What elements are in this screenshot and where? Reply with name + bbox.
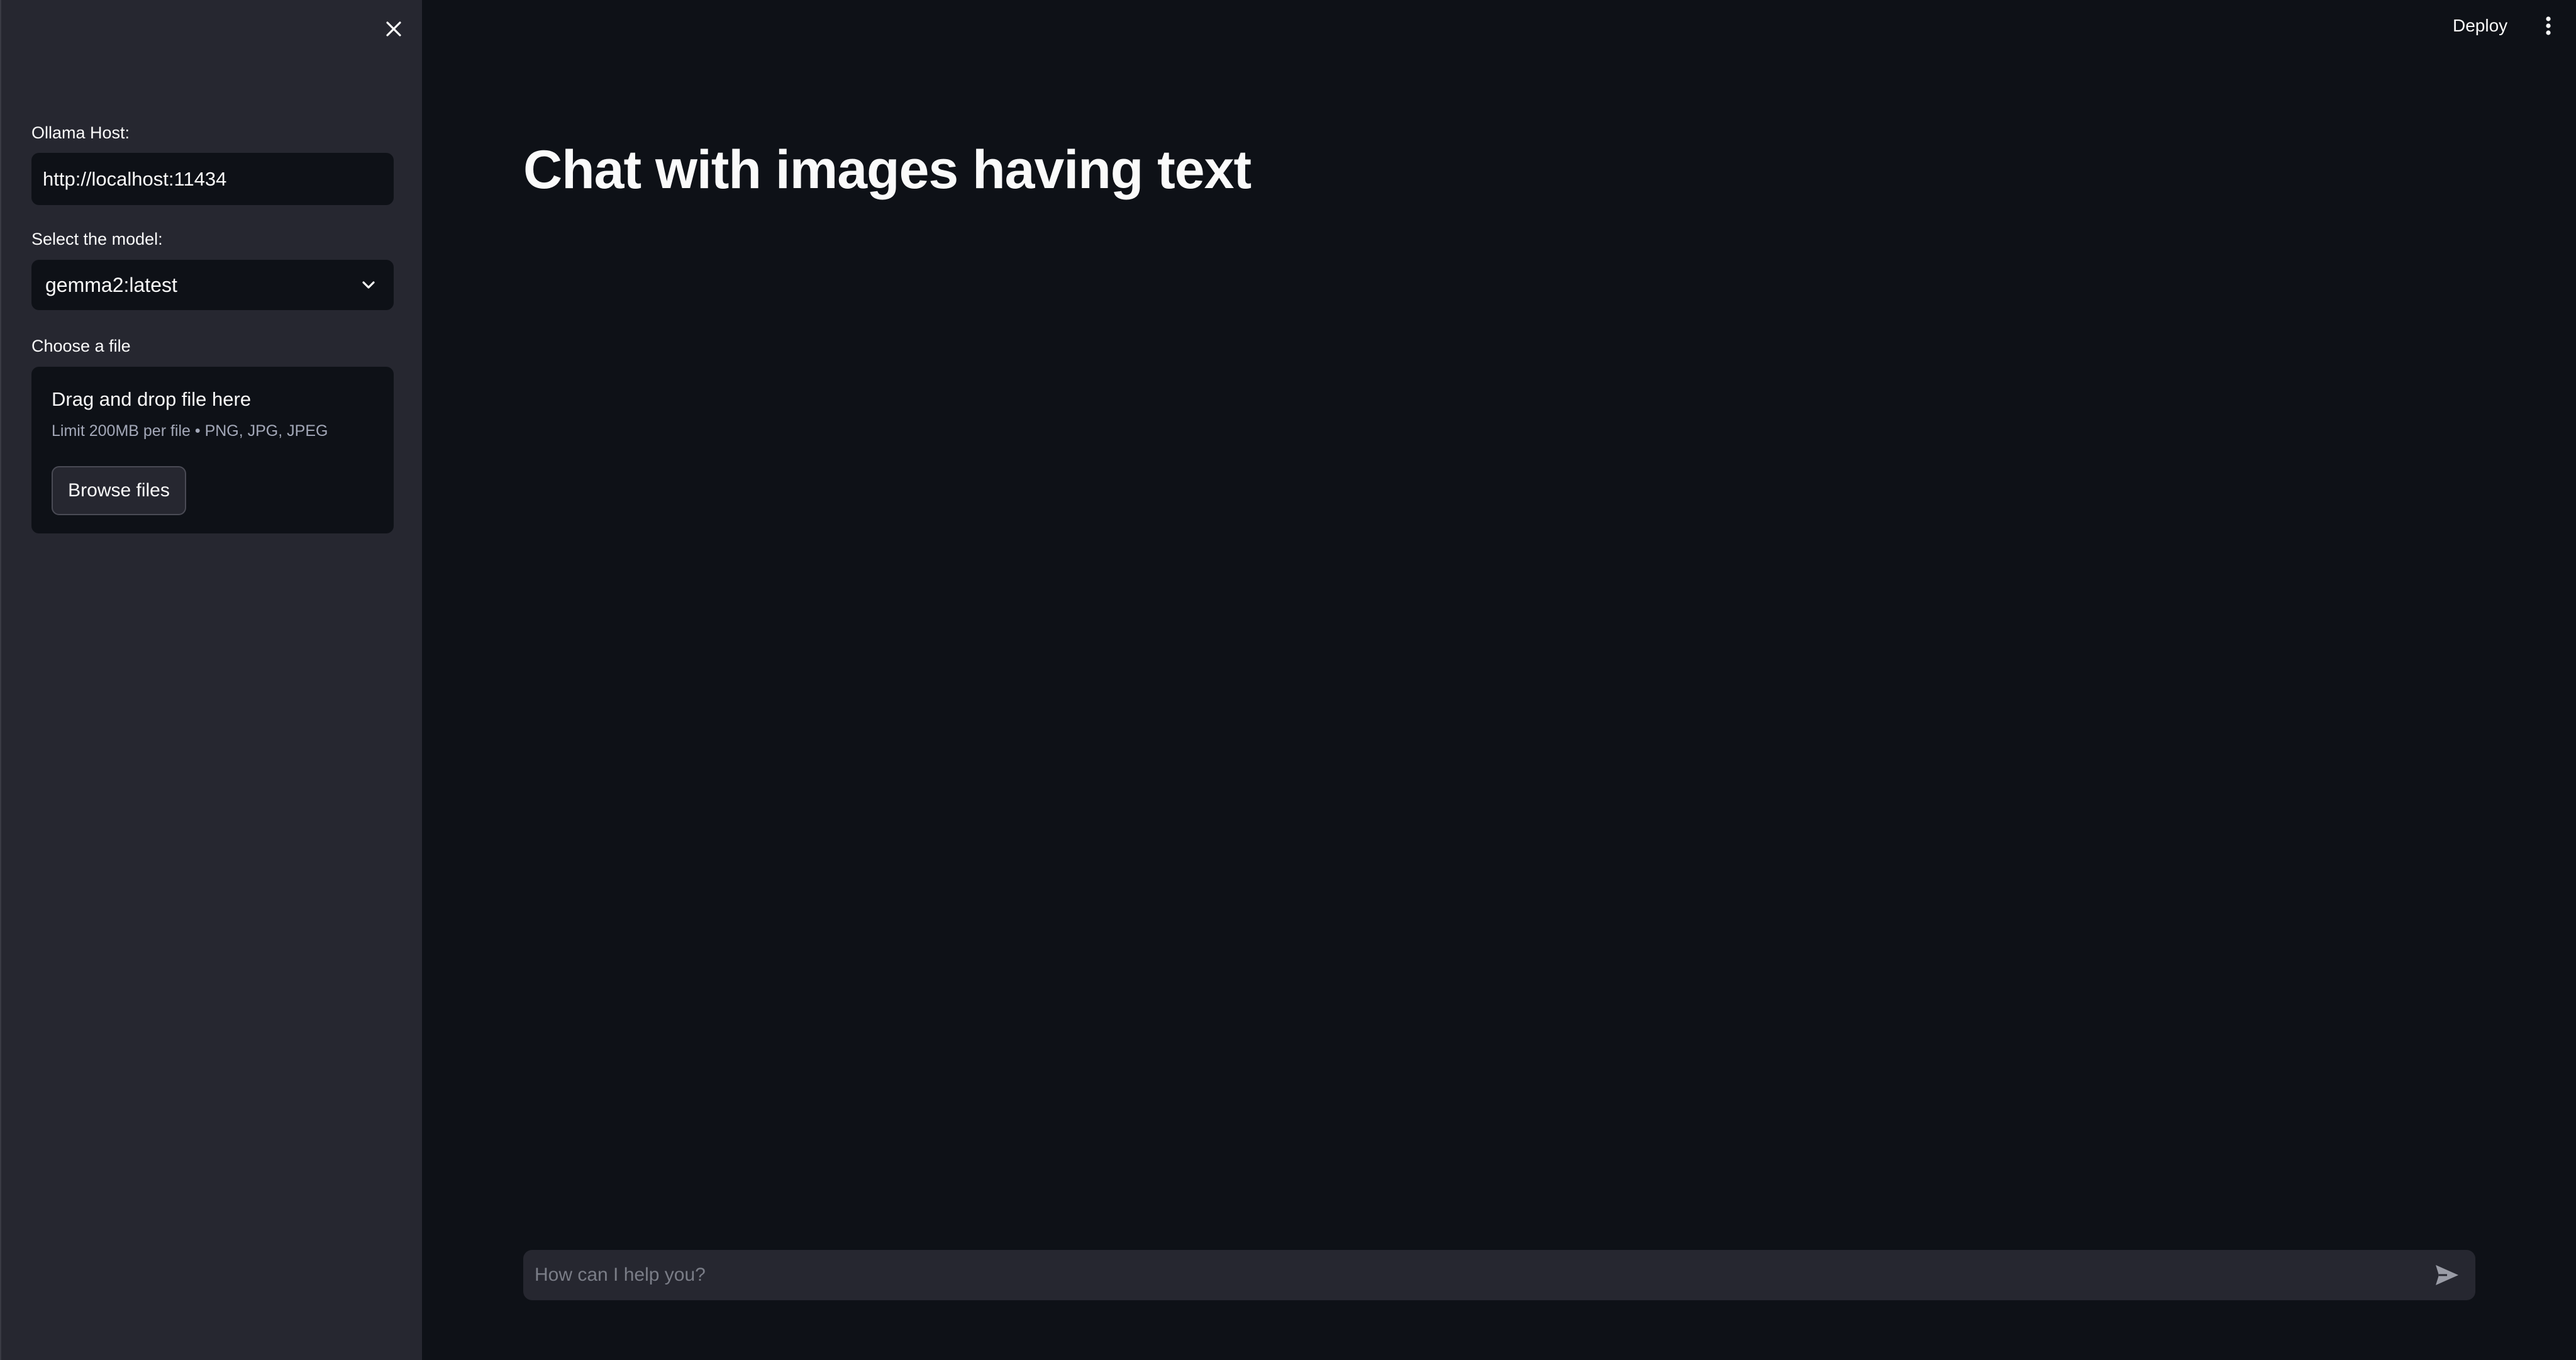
ollama-host-label: Ollama Host: (31, 123, 130, 142)
app-root: Ollama Host: Select the model: gemma2:la… (0, 0, 2576, 1360)
deploy-button[interactable]: Deploy (2453, 11, 2507, 40)
send-icon (2436, 1265, 2458, 1285)
dropzone-hint: Limit 200MB per file • PNG, JPG, JPEG (52, 422, 328, 440)
model-select-label: Select the model: (31, 230, 163, 248)
close-icon (386, 21, 401, 36)
close-sidebar-button[interactable] (377, 13, 410, 45)
dropzone-title: Drag and drop file here (52, 388, 252, 410)
model-select-value: gemma2:latest (45, 273, 177, 296)
model-select[interactable]: gemma2:latest (31, 260, 394, 310)
file-dropzone[interactable]: Drag and drop file here Limit 200MB per … (31, 367, 394, 533)
kebab-menu-icon (2546, 16, 2551, 35)
chat-input-bar (523, 1250, 2475, 1300)
ollama-host-input[interactable] (31, 153, 394, 205)
chat-input[interactable] (523, 1250, 2423, 1300)
send-button[interactable] (2433, 1261, 2462, 1289)
chevron-down-icon (362, 281, 375, 289)
file-upload-label: Choose a file (31, 337, 131, 355)
page-title: Chat with images having text (523, 140, 1252, 200)
browse-files-button[interactable]: Browse files (52, 466, 186, 515)
sidebar: Ollama Host: Select the model: gemma2:la… (0, 0, 422, 1360)
main-menu-button[interactable] (2536, 11, 2561, 40)
